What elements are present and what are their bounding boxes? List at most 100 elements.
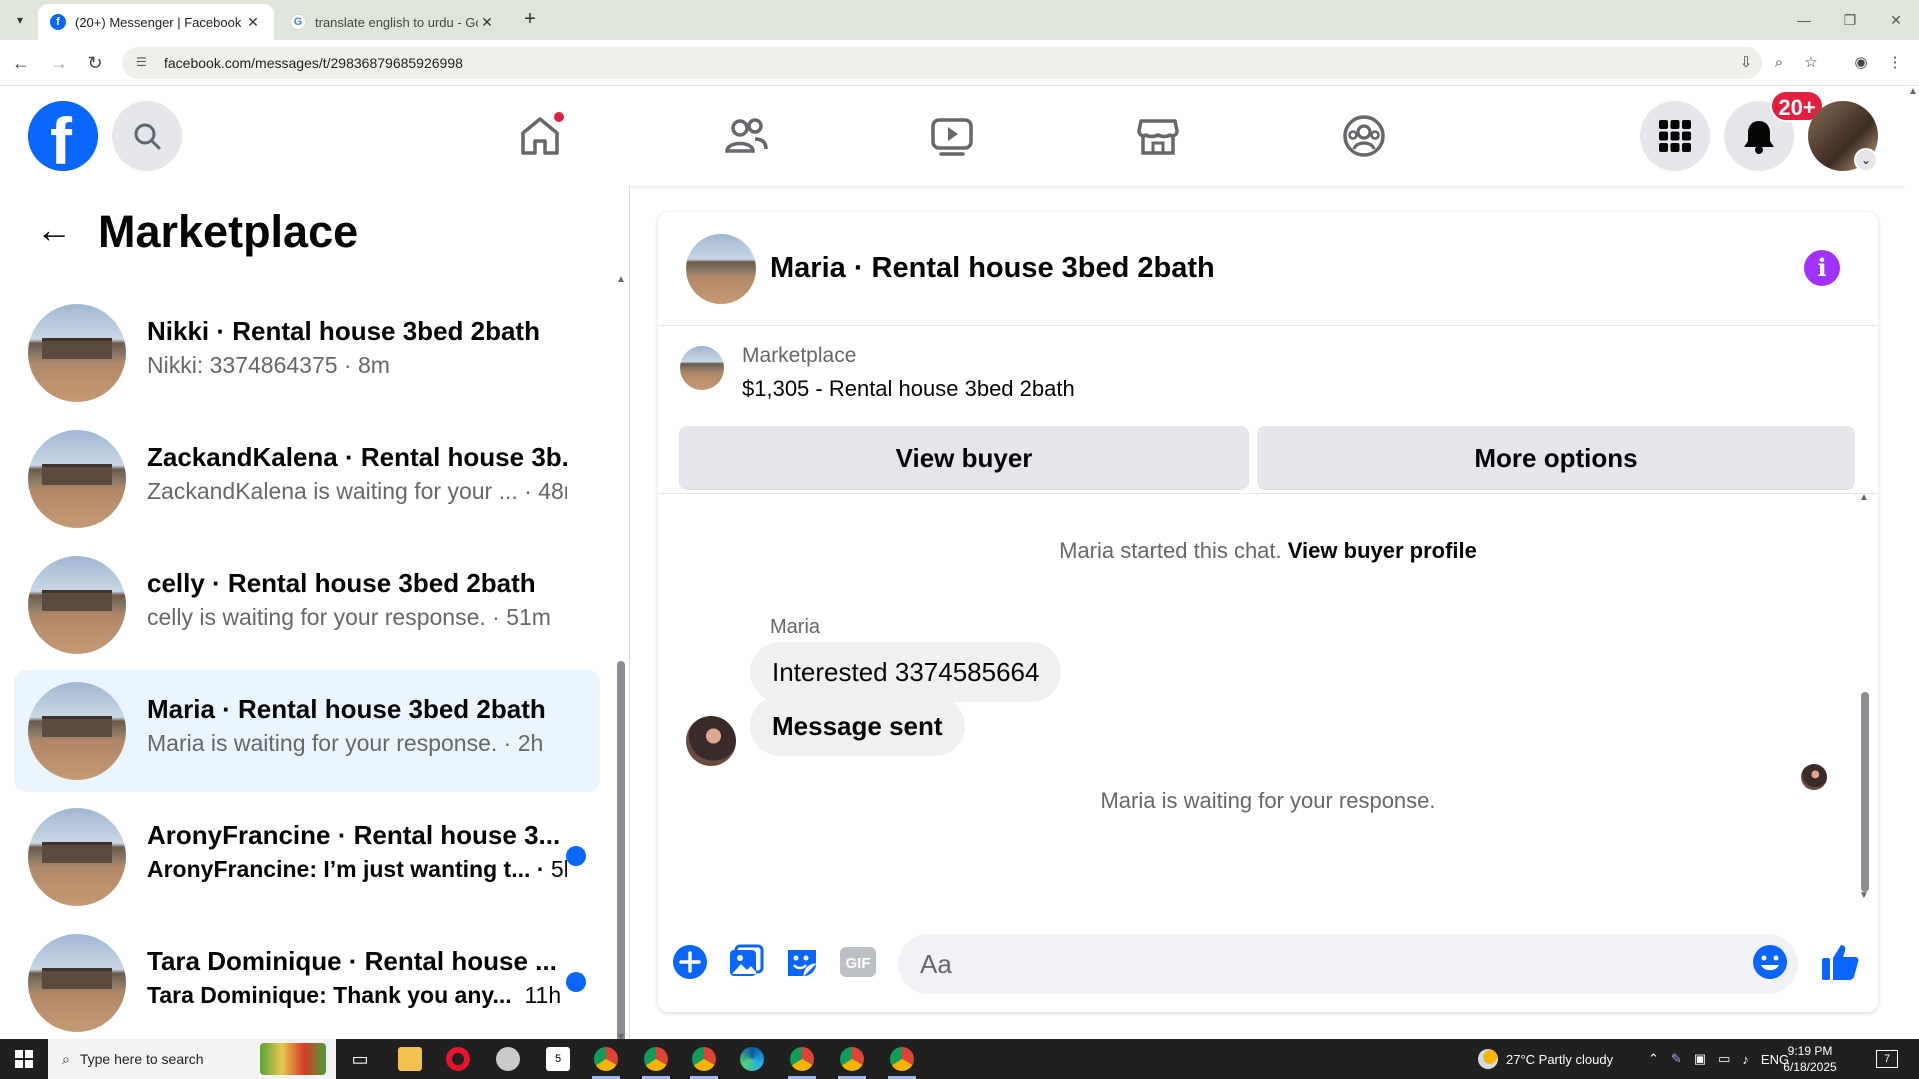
tray-chevron-up-icon[interactable]: ⌃ bbox=[1648, 1051, 1659, 1067]
nav-video[interactable] bbox=[922, 106, 982, 166]
facebook-top-nav: f bbox=[0, 86, 1905, 186]
page-scrollbar[interactable]: ▲ bbox=[1905, 86, 1919, 1039]
task-view-button[interactable]: ▭ bbox=[342, 1043, 378, 1075]
tab-google-translate[interactable]: G translate english to urdu - Goo ✕ bbox=[278, 4, 508, 40]
chrome-app[interactable] bbox=[834, 1043, 870, 1079]
forward-button[interactable]: → bbox=[46, 50, 72, 76]
task-view-icon: ▭ bbox=[351, 1048, 369, 1069]
back-button[interactable]: ← bbox=[8, 50, 34, 76]
back-arrow-icon[interactable]: ← bbox=[36, 212, 76, 252]
like-button[interactable] bbox=[1820, 942, 1860, 982]
scroll-up-arrow-icon[interactable]: ▲ bbox=[1859, 492, 1869, 503]
taskbar-clock[interactable]: 9:19 PM 6/18/2025 bbox=[1770, 1043, 1850, 1075]
site-info-icon[interactable]: ☰ bbox=[136, 55, 152, 71]
scroll-down-arrow-icon[interactable]: ▼ bbox=[1859, 890, 1869, 901]
conversation-name: ZackandKalena · Rental house 3b... bbox=[147, 442, 567, 472]
conversation-item[interactable]: celly · Rental house 3bed 2bath celly is… bbox=[14, 544, 600, 666]
meet-icon[interactable]: ▣ bbox=[1694, 1051, 1706, 1067]
facebook-logo[interactable]: f bbox=[28, 101, 98, 176]
close-tab-icon[interactable]: ✕ bbox=[244, 14, 262, 31]
new-tab-button[interactable]: + bbox=[518, 8, 542, 32]
message-input[interactable] bbox=[898, 934, 1798, 994]
info-icon[interactable]: i bbox=[1804, 250, 1840, 286]
conversation-preview: ZackandKalena is waiting for your ... · … bbox=[147, 478, 567, 505]
nav-marketplace[interactable] bbox=[1128, 106, 1188, 166]
sender-avatar[interactable] bbox=[686, 716, 736, 766]
tab-search-chevron-icon[interactable]: ▾ bbox=[8, 8, 32, 32]
scroll-up-arrow-icon[interactable]: ▲ bbox=[1908, 86, 1918, 97]
tab-messenger[interactable]: f (20+) Messenger | Facebook ✕ bbox=[38, 4, 274, 40]
edge-app[interactable] bbox=[734, 1043, 770, 1075]
minimize-button[interactable]: — bbox=[1782, 6, 1826, 34]
conversation-item[interactable]: AronyFrancine · Rental house 3... AronyF… bbox=[14, 796, 600, 918]
bookmark-star-icon[interactable]: ☆ bbox=[1800, 52, 1822, 74]
chat-listing-thumbnail[interactable] bbox=[686, 234, 756, 304]
view-buyer-button[interactable]: View buyer bbox=[679, 426, 1249, 490]
network-icon[interactable]: ▭ bbox=[1718, 1051, 1730, 1067]
pen-icon[interactable]: ✎ bbox=[1671, 1051, 1682, 1067]
conversation-item-selected[interactable]: Maria · Rental house 3bed 2bath Maria is… bbox=[14, 670, 600, 792]
close-tab-icon[interactable]: ✕ bbox=[478, 14, 496, 31]
preview-time: 51m bbox=[506, 604, 551, 630]
message-bubble[interactable]: Message sent bbox=[750, 696, 965, 756]
chrome-app[interactable] bbox=[884, 1043, 920, 1079]
system-tray: ⌃ ✎ ▣ ▭ ♪ ENG bbox=[1648, 1039, 1789, 1079]
conversation-item[interactable]: ZackandKalena · Rental house 3b... Zacka… bbox=[14, 418, 600, 540]
opera-icon bbox=[446, 1047, 470, 1071]
attach-photo-button[interactable] bbox=[726, 942, 766, 982]
notification-center-button[interactable]: 7 bbox=[1876, 1039, 1898, 1079]
install-app-icon[interactable]: ⇩ bbox=[1735, 52, 1757, 74]
conversation-list-scrollbar[interactable]: ▲ ▼ bbox=[616, 274, 626, 1079]
volume-icon[interactable]: ♪ bbox=[1742, 1052, 1749, 1067]
emoji-button[interactable] bbox=[1750, 942, 1790, 982]
friends-icon bbox=[725, 118, 768, 153]
view-buyer-profile-link[interactable]: View buyer profile bbox=[1288, 538, 1477, 563]
opera-app[interactable] bbox=[440, 1043, 476, 1075]
url-bar[interactable]: ☰ facebook.com/messages/t/29836879685926… bbox=[122, 47, 1762, 79]
search-highlight-image bbox=[260, 1043, 326, 1075]
nav-friends[interactable] bbox=[716, 106, 776, 166]
start-button[interactable] bbox=[0, 1039, 48, 1079]
tasks-app[interactable]: 5 bbox=[540, 1043, 576, 1075]
sticker-button[interactable] bbox=[782, 942, 822, 982]
close-window-button[interactable]: ✕ bbox=[1874, 6, 1918, 34]
listing-banner-thumbnail[interactable] bbox=[680, 346, 724, 390]
google-icon: G bbox=[290, 14, 306, 30]
unread-dot bbox=[566, 972, 586, 992]
scrollbar-thumb[interactable] bbox=[617, 661, 625, 1079]
profile-icon[interactable]: ◉ bbox=[1850, 52, 1872, 74]
chrome-app[interactable] bbox=[784, 1043, 820, 1079]
scroll-up-arrow-icon[interactable]: ▲ bbox=[616, 274, 626, 285]
chat-title[interactable]: Maria · Rental house 3bed 2bath bbox=[770, 252, 1215, 285]
conversation-name: AronyFrancine · Rental house 3... bbox=[147, 820, 561, 850]
chrome-app[interactable] bbox=[638, 1043, 674, 1079]
search-icon bbox=[134, 123, 161, 150]
zoom-icon[interactable]: ⌕ bbox=[1768, 52, 1790, 74]
nav-groups[interactable] bbox=[1334, 106, 1394, 166]
tool-app[interactable] bbox=[490, 1043, 526, 1075]
conversation-item[interactable]: Tara Dominique · Rental house ... Tara D… bbox=[14, 922, 600, 1044]
video-icon bbox=[931, 118, 973, 156]
account-chevron-down-icon[interactable]: ⌄ bbox=[1854, 148, 1878, 172]
menu-button[interactable] bbox=[1640, 101, 1710, 171]
more-options-button[interactable]: More options bbox=[1257, 426, 1855, 490]
taskbar-search[interactable]: ⌕ Type here to search bbox=[48, 1039, 336, 1079]
scrollbar-thumb[interactable] bbox=[1861, 692, 1869, 892]
browser-menu-icon[interactable]: ⋮ bbox=[1884, 52, 1906, 74]
chrome-app[interactable] bbox=[588, 1043, 624, 1079]
restore-button[interactable]: ❐ bbox=[1828, 6, 1872, 34]
conversation-name: celly · Rental house 3bed 2bath bbox=[147, 568, 536, 598]
chrome-app[interactable] bbox=[686, 1043, 722, 1079]
file-explorer-app[interactable] bbox=[392, 1043, 428, 1075]
conversation-item[interactable]: Nikki · Rental house 3bed 2bath Nikki: 3… bbox=[14, 292, 600, 414]
message-thread-scrollbar[interactable]: ▲ ▼ bbox=[1858, 492, 1870, 908]
listing-price-title[interactable]: $1,305 - Rental house 3bed 2bath bbox=[742, 376, 1075, 402]
search-button[interactable] bbox=[112, 101, 182, 171]
weather-widget[interactable]: 27°C Partly cloudy bbox=[1478, 1039, 1613, 1079]
reload-button[interactable]: ↻ bbox=[82, 50, 108, 76]
more-actions-button[interactable] bbox=[670, 942, 710, 982]
gif-button[interactable]: GIF bbox=[838, 942, 878, 982]
message-bubble[interactable]: Interested 3374585664 bbox=[750, 642, 1062, 702]
app-icon bbox=[496, 1047, 520, 1071]
nav-home[interactable] bbox=[510, 106, 570, 166]
